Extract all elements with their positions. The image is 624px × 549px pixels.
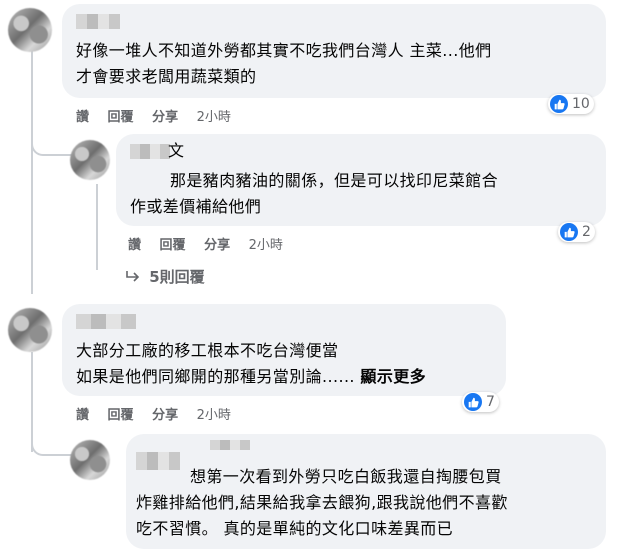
reaction-count[interactable]: 10 [548, 94, 594, 114]
like-button[interactable]: 讚 [128, 238, 141, 253]
reply-arrow-icon [126, 268, 144, 286]
comment-text: 才會要求老闆用蔬菜類的 [76, 67, 257, 86]
comment-bubble: 大部分工廠的移工根本不吃台灣便當 如果是他們同鄉開的那種另當別論...... 顯… [62, 304, 506, 396]
comment-text: 大部分工廠的移工根本不吃台灣便當 [76, 341, 339, 360]
comment-text: 作或差價補給他們 [130, 197, 262, 216]
reaction-number: 2 [582, 224, 591, 240]
author-name[interactable] [130, 144, 170, 159]
comment-text: 炸雞排給他們,結果給我拿去餵狗,跟我說他們不喜歡 [136, 493, 508, 512]
share-button[interactable]: 分享 [152, 408, 178, 423]
author-name[interactable] [76, 14, 120, 29]
reaction-number: 7 [486, 394, 495, 410]
comment-bubble: 好像一堆人不知道外勞都其實不吃我們台灣人 主菜...他們 才會要求老闆用蔬菜類的 [62, 4, 606, 98]
view-replies-link[interactable]: 5則回覆 [126, 266, 205, 287]
comment-actions: 讚 回覆 分享 2小時 [76, 404, 245, 423]
author-name[interactable] [76, 314, 136, 329]
share-button[interactable]: 分享 [204, 238, 230, 253]
thumbs-up-icon [464, 393, 482, 411]
author-name[interactable] [136, 452, 180, 470]
thread-branch [31, 140, 73, 156]
comment-text-line: 如果是他們同鄉開的那種另當別論...... [76, 367, 355, 386]
thumbs-up-icon [560, 223, 578, 241]
avatar[interactable] [8, 8, 52, 52]
comment-text: 好像一堆人不知道外勞都其實不吃我們台灣人 主菜...他們 [76, 41, 492, 60]
comment-actions: 讚 回覆 分享 2小時 [128, 234, 297, 253]
thread-line [31, 352, 33, 452]
timestamp[interactable]: 2小時 [249, 238, 283, 253]
share-button[interactable]: 分享 [152, 110, 178, 125]
thumbs-up-icon [550, 95, 568, 113]
reply-button[interactable]: 回覆 [108, 110, 134, 125]
thread-line [96, 184, 98, 270]
comment-text: 吃不習慣。 真的是單純的文化口味差異而已 [136, 519, 454, 538]
reply-button[interactable]: 回覆 [160, 238, 186, 253]
avatar[interactable] [70, 440, 110, 480]
avatar[interactable] [70, 140, 110, 180]
like-button[interactable]: 讚 [76, 408, 89, 423]
avatar[interactable] [8, 308, 52, 352]
reply-button[interactable]: 回覆 [108, 408, 134, 423]
author-name-fragment: 文 [168, 141, 185, 160]
author-name-blur [210, 440, 250, 450]
see-more-link[interactable]: 顯示更多 [360, 367, 426, 386]
reaction-count[interactable]: 2 [558, 222, 595, 242]
comment-text: 那是豬肉豬油的關係，但是可以找印尼菜館合 [170, 171, 499, 190]
reaction-count[interactable]: 7 [462, 392, 499, 412]
like-button[interactable]: 讚 [76, 110, 89, 125]
thread-branch [31, 440, 73, 456]
thread-line [31, 44, 33, 294]
comment-bubble: 文 那是豬肉豬油的關係，但是可以找印尼菜館合 作或差價補給他們 [116, 134, 606, 226]
reaction-number: 10 [572, 96, 590, 112]
comment-text: 想第一次看到外勞只吃白飯我還自掏腰包買 [190, 467, 502, 486]
comment-actions: 讚 回覆 分享 2小時 [76, 106, 245, 125]
comment-bubble: 想第一次看到外勞只吃白飯我還自掏腰包買 炸雞排給他們,結果給我拿去餵狗,跟我說他… [126, 434, 606, 549]
timestamp[interactable]: 2小時 [197, 110, 231, 125]
replies-count: 5則回覆 [149, 268, 205, 286]
timestamp[interactable]: 2小時 [197, 408, 231, 423]
comment-text: 如果是他們同鄉開的那種另當別論...... 顯示更多 [76, 364, 426, 390]
